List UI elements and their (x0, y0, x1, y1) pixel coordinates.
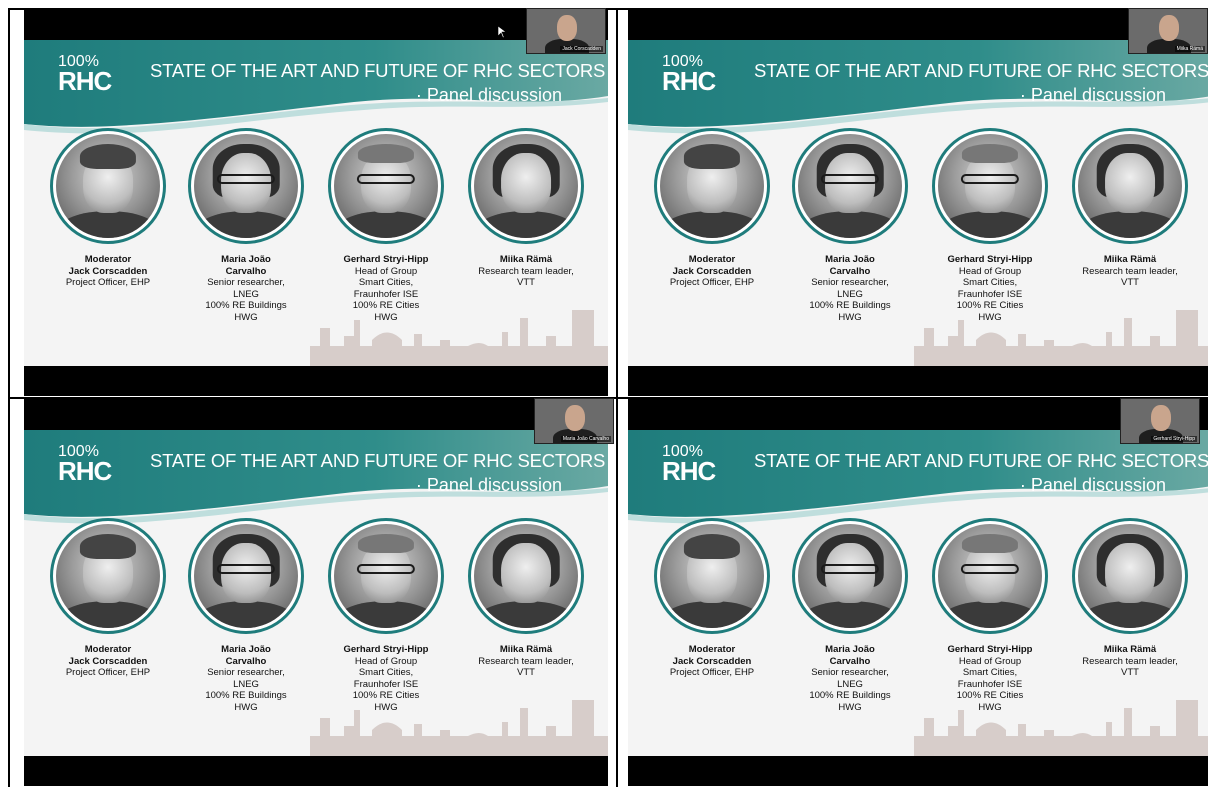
panelist-text: Maria João Carvalho Senior researcher, LNE… (205, 254, 287, 323)
mouse-cursor-icon (498, 26, 506, 38)
participant-name: Gerhard Stryi-Hipp (1151, 436, 1197, 442)
panelist-card: Moderator Jack Corscadden Project Officer… (642, 518, 782, 679)
panelist-card: Gerhard Stryi-Hipp Head of Group Smart Ci… (316, 518, 456, 713)
logo-text: RHC (662, 456, 716, 486)
screenshot-panel: 100% RHC STATE OF THE ART AND FUTURE OF … (24, 398, 608, 786)
panelist-text: Miika Rämä Research team leader, VTT (1082, 644, 1178, 678)
panelist-card: Maria João Carvalho Senior researcher, LNE… (176, 128, 316, 323)
panelist-photo (468, 128, 584, 244)
city-skyline (914, 700, 1208, 756)
logo-text: RHC (58, 456, 112, 486)
participant-name: Miika Rämä (1174, 46, 1205, 52)
panelist-photo (1072, 518, 1188, 634)
slide-title: STATE OF THE ART AND FUTURE OF RHC SECTO… (150, 60, 606, 81)
city-skyline (310, 700, 608, 756)
panelist-photo (468, 518, 584, 634)
panelist-photo (188, 128, 304, 244)
panelist-text: Maria João Carvalho Senior researcher, LNE… (809, 644, 891, 713)
panelist-photo (792, 518, 908, 634)
slide-subtitle: · Panel discussion (415, 85, 562, 105)
panelist-photo (1072, 128, 1188, 244)
slide: 100% RHC STATE OF THE ART AND FUTURE OF … (24, 430, 608, 756)
slide-subtitle: · Panel discussion (415, 475, 562, 495)
video-thumbnail[interactable]: Miika Rämä (1128, 8, 1208, 54)
rhc-logo: 100% RHC (662, 444, 716, 486)
city-skyline (914, 310, 1208, 366)
panelist-card: Gerhard Stryi-Hipp Head of Group Smart Ci… (316, 128, 456, 323)
slide: 100% RHC STATE OF THE ART AND FUTURE OF … (24, 40, 608, 366)
logo-text: RHC (662, 66, 716, 96)
panelist-card: Miika Rämä Research team leader, VTT (456, 128, 596, 289)
panelist-text: Miika Rämä Research team leader, VTT (1082, 254, 1178, 288)
panelist-photo (654, 128, 770, 244)
slide-title: STATE OF THE ART AND FUTURE OF RHC SECTO… (754, 60, 1208, 81)
panelist-text: Moderator Jack Corscadden Project Officer… (65, 644, 151, 678)
panelist-card: Gerhard Stryi-Hipp Head of Group Smart Ci… (920, 518, 1060, 713)
panelist-photo (50, 518, 166, 634)
participant-name: Maria João Carvalho (560, 436, 611, 442)
panelist-photo (188, 518, 304, 634)
panelist-card: Miika Rämä Research team leader, VTT (456, 518, 596, 679)
video-thumbnail[interactable]: Maria João Carvalho (534, 398, 614, 444)
video-thumbnail[interactable]: Jack Corscadden (526, 8, 606, 54)
slide-subtitle: · Panel discussion (1019, 85, 1166, 105)
slide-title: STATE OF THE ART AND FUTURE OF RHC SECTO… (150, 450, 606, 471)
video-thumbnail[interactable]: Gerhard Stryi-Hipp (1120, 398, 1200, 444)
rhc-logo: 100% RHC (662, 54, 716, 96)
rhc-logo: 100% RHC (58, 54, 112, 96)
panelist-text: Miika Rämä Research team leader, VTT (478, 254, 574, 288)
panelist-text: Moderator Jack Corscadden Project Officer… (669, 254, 755, 288)
slide: 100% RHC STATE OF THE ART AND FUTURE OF … (628, 40, 1208, 366)
panelist-card: Gerhard Stryi-Hipp Head of Group Smart Ci… (920, 128, 1060, 323)
divider (8, 8, 10, 787)
panelist-text: Maria João Carvalho Senior researcher, LNE… (205, 644, 287, 713)
screenshot-panel: 100% RHC STATE OF THE ART AND FUTURE OF … (24, 8, 608, 396)
panelist-card: Maria João Carvalho Senior researcher, LNE… (780, 518, 920, 713)
divider (616, 8, 618, 787)
screenshot-panel: 100% RHC STATE OF THE ART AND FUTURE OF … (628, 8, 1208, 396)
panelist-text: Maria João Carvalho Senior researcher, LNE… (809, 254, 891, 323)
slide: 100% RHC STATE OF THE ART AND FUTURE OF … (628, 430, 1208, 756)
screenshot-panel: 100% RHC STATE OF THE ART AND FUTURE OF … (628, 398, 1208, 786)
panelist-photo (50, 128, 166, 244)
panelist-photo (654, 518, 770, 634)
slide-subtitle: · Panel discussion (1019, 475, 1166, 495)
panelist-photo (328, 128, 444, 244)
panelist-photo (792, 128, 908, 244)
panelist-text: Moderator Jack Corscadden Project Officer… (65, 254, 151, 288)
panelist-card: Moderator Jack Corscadden Project Officer… (38, 128, 178, 289)
participant-name: Jack Corscadden (560, 46, 603, 52)
panelist-card: Maria João Carvalho Senior researcher, LNE… (176, 518, 316, 713)
panelist-card: Miika Rämä Research team leader, VTT (1060, 518, 1200, 679)
panelist-photo (328, 518, 444, 634)
panelist-photo (932, 518, 1048, 634)
panelist-text: Miika Rämä Research team leader, VTT (478, 644, 574, 678)
logo-text: RHC (58, 66, 112, 96)
city-skyline (310, 310, 608, 366)
panelist-card: Moderator Jack Corscadden Project Officer… (38, 518, 178, 679)
rhc-logo: 100% RHC (58, 444, 112, 486)
panelist-card: Miika Rämä Research team leader, VTT (1060, 128, 1200, 289)
panelist-photo (932, 128, 1048, 244)
panelist-card: Maria João Carvalho Senior researcher, LNE… (780, 128, 920, 323)
slide-title: STATE OF THE ART AND FUTURE OF RHC SECTO… (754, 450, 1208, 471)
panelist-card: Moderator Jack Corscadden Project Officer… (642, 128, 782, 289)
panelist-text: Moderator Jack Corscadden Project Officer… (669, 644, 755, 678)
